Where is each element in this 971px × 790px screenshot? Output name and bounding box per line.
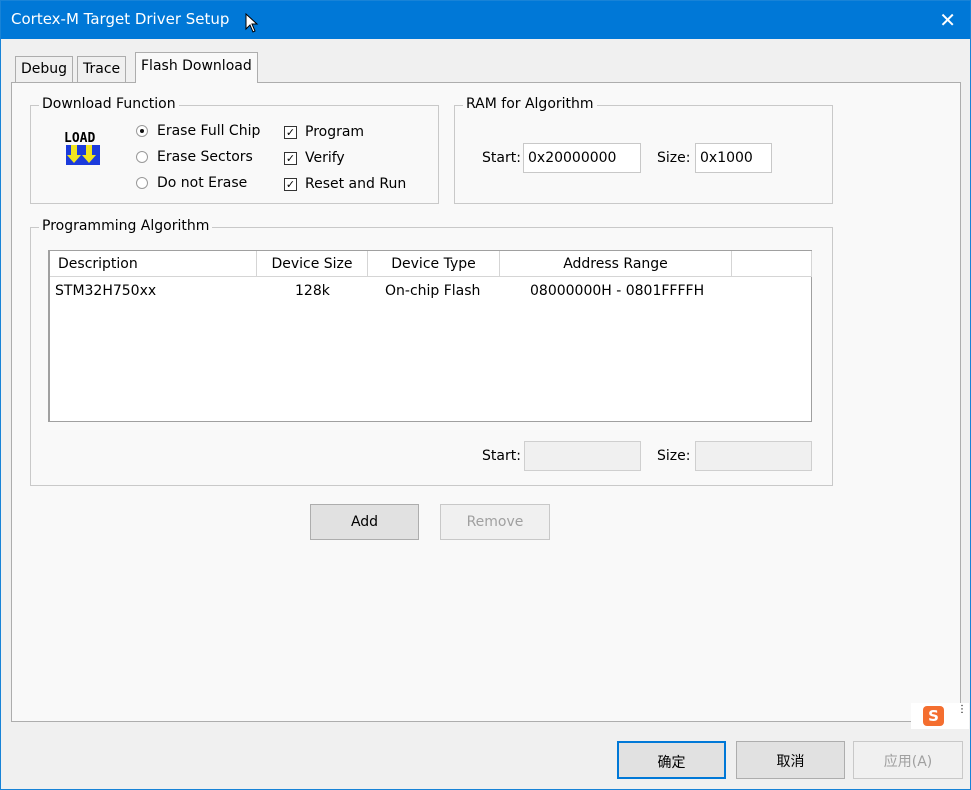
do-not-erase-label: Do not Erase <box>157 175 248 191</box>
checkbox-check-icon: ✓ <box>284 125 297 139</box>
title-bar[interactable]: Cortex-M Target Driver Setup ✕ <box>1 1 970 39</box>
cell-description: STM32H750xx <box>55 283 157 299</box>
erase-full-chip-label: Erase Full Chip <box>157 123 261 139</box>
cancel-button[interactable]: 取消 <box>736 741 845 779</box>
algorithm-size-label: Size: <box>657 448 691 464</box>
cell-device-type: On-chip Flash <box>385 283 481 299</box>
algorithm-size-input[interactable] <box>695 441 812 471</box>
ram-size-input[interactable]: 0x1000 <box>695 143 772 173</box>
more-options-icon[interactable]: ⋮ <box>957 705 967 715</box>
column-header-device-size[interactable]: Device Size <box>257 251 368 277</box>
window-title: Cortex-M Target Driver Setup <box>11 10 230 28</box>
radio-indicator <box>136 177 148 189</box>
add-button[interactable]: Add <box>310 504 419 540</box>
tab-flash-download-label: Flash Download <box>141 58 252 74</box>
ram-start-input[interactable]: 0x20000000 <box>523 143 641 173</box>
algorithm-start-input[interactable] <box>524 441 641 471</box>
close-icon[interactable]: ✕ <box>939 8 956 32</box>
programming-algorithm-legend: Programming Algorithm <box>39 218 213 234</box>
do-not-erase-radio[interactable]: Do not Erase <box>136 175 247 191</box>
sogou-ime-icon[interactable]: S <box>923 706 944 726</box>
mouse-cursor-icon <box>245 13 259 33</box>
table-header: Description Device Size Device Type Addr… <box>50 251 812 277</box>
ram-size-label: Size: <box>657 150 691 166</box>
column-header-description[interactable]: Description <box>50 251 257 277</box>
ram-start-label: Start: <box>482 150 521 166</box>
tab-debug-label: Debug <box>21 61 68 77</box>
column-header-device-type[interactable]: Device Type <box>368 251 500 277</box>
remove-button[interactable]: Remove <box>440 504 550 540</box>
reset-and-run-label: Reset and Run <box>305 176 407 192</box>
ram-legend: RAM for Algorithm <box>463 96 597 112</box>
erase-sectors-label: Erase Sectors <box>157 149 253 165</box>
column-header-address-range[interactable]: Address Range <box>500 251 732 277</box>
tab-flash-download[interactable]: Flash Download <box>135 52 258 83</box>
program-label: Program <box>305 124 365 140</box>
program-checkbox[interactable]: ✓ Program <box>284 124 364 140</box>
reset-and-run-checkbox[interactable]: ✓ Reset and Run <box>284 176 406 192</box>
ime-toolbar[interactable]: S ⋮ <box>911 703 969 729</box>
ok-button[interactable]: 确定 <box>617 741 726 779</box>
verify-checkbox[interactable]: ✓ Verify <box>284 150 345 166</box>
download-function-legend: Download Function <box>39 96 179 112</box>
verify-label: Verify <box>305 150 345 166</box>
checkbox-check-icon: ✓ <box>284 151 297 165</box>
tab-trace-label: Trace <box>83 61 121 77</box>
cell-address-range: 08000000H - 0801FFFFH <box>530 283 705 299</box>
radio-indicator <box>136 151 148 163</box>
load-icon: LOAD <box>64 131 100 165</box>
algorithm-start-label: Start: <box>482 448 521 464</box>
checkbox-check-icon: ✓ <box>284 177 297 191</box>
cell-device-size: 128k <box>295 283 330 299</box>
erase-sectors-radio[interactable]: Erase Sectors <box>136 149 253 165</box>
tab-debug[interactable]: Debug <box>15 56 74 83</box>
radio-indicator <box>136 125 148 137</box>
erase-full-chip-radio[interactable]: Erase Full Chip <box>136 123 260 139</box>
column-header-filler <box>732 251 812 277</box>
tab-trace[interactable]: Trace <box>77 56 127 83</box>
algorithm-table[interactable]: Description Device Size Device Type Addr… <box>48 250 812 422</box>
apply-button[interactable]: 应用(A) <box>853 741 963 779</box>
dialog-window: Cortex-M Target Driver Setup ✕ Debug Tra… <box>0 0 971 790</box>
load-icon-text: LOAD <box>64 131 95 146</box>
